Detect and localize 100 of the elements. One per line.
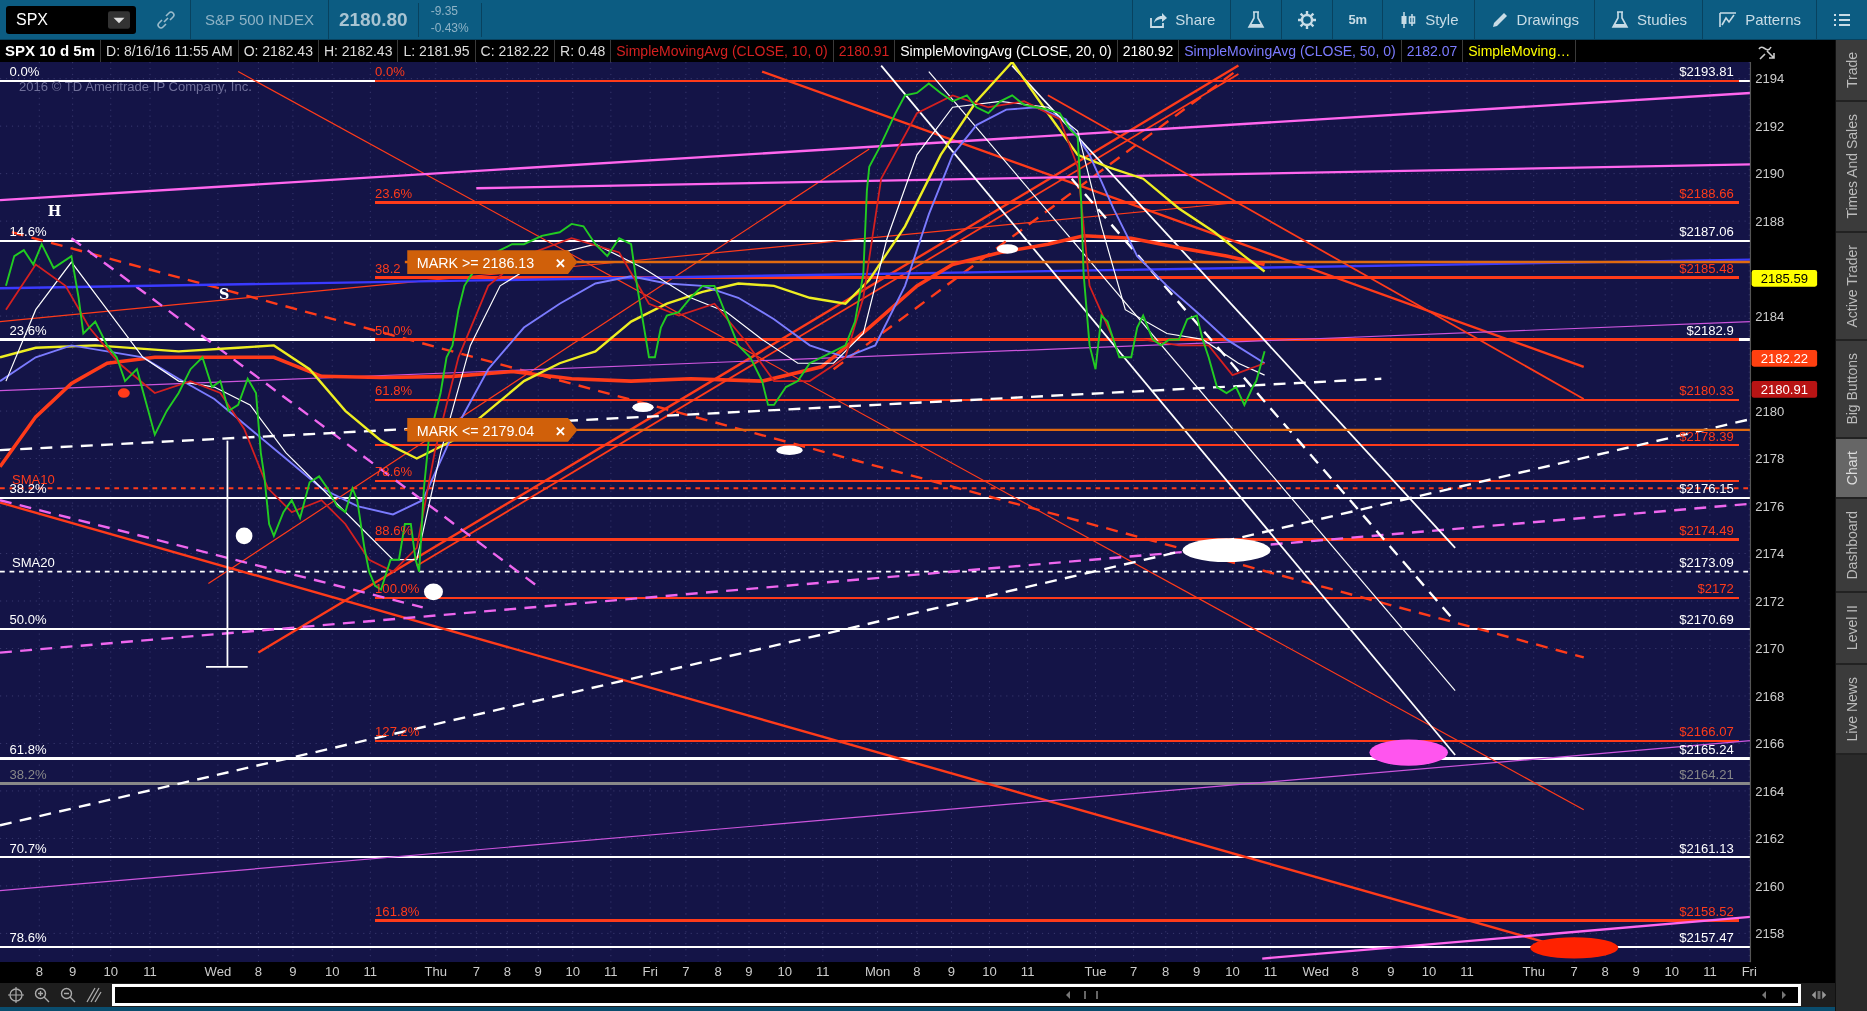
side-tab[interactable]: Trade	[1836, 40, 1867, 103]
level-percent-label: 38.2	[375, 260, 401, 276]
price-axis-label: 2190	[1755, 166, 1785, 182]
alert-mark-label: MARK >= 2186.13	[416, 255, 535, 271]
scroll-left-icon[interactable]	[1064, 990, 1072, 1000]
last-price: 2180.80	[327, 0, 418, 40]
time-axis-label: 10	[777, 964, 792, 980]
time-axis-label: 11	[816, 964, 830, 980]
level-percent-label: 78.6%	[9, 929, 47, 945]
flask-icon	[1610, 9, 1631, 30]
toolbar-button[interactable]: Patterns	[1702, 0, 1816, 40]
time-axis-label: 10	[982, 964, 997, 980]
time-axis-label: 10	[1225, 964, 1240, 980]
price-tag-value: 2182.22	[1760, 351, 1809, 367]
side-tab[interactable]: Active Trader	[1836, 232, 1867, 342]
time-axis-label: 9	[745, 964, 753, 980]
link-icon[interactable]	[156, 9, 176, 30]
level-percent-label: 161.8%	[375, 903, 420, 919]
marker-ellipse	[235, 527, 253, 545]
percent-change: -0.43%	[430, 19, 469, 37]
side-tab[interactable]: Dashboard	[1836, 498, 1867, 594]
time-axis-label: 11	[363, 964, 378, 980]
level-percent-label: SMA20	[11, 554, 55, 570]
dropdown-icon[interactable]	[108, 10, 130, 29]
close-alert-button[interactable]: ✕	[554, 423, 566, 439]
scrollbar-thumb[interactable]	[1084, 991, 1098, 999]
time-axis-label: 8	[1601, 964, 1609, 980]
price-axis-label: 2168	[1755, 688, 1785, 704]
time-axis-label: 8	[35, 964, 43, 980]
toolbar-button[interactable]: Drawings	[1473, 0, 1595, 40]
toolbar-button[interactable]: Share	[1132, 0, 1231, 40]
side-tab[interactable]: Times And Sales	[1836, 102, 1867, 233]
level-percent-label: 50.0%	[375, 322, 413, 338]
marker-ellipse	[117, 388, 130, 398]
scrollbar[interactable]	[112, 984, 1801, 1006]
level-percent-label: 61.8%	[9, 741, 47, 757]
net-change: -9.35	[430, 2, 459, 20]
toolbar-button[interactable]: Style	[1382, 0, 1474, 40]
scroll-left-icon[interactable]	[1760, 990, 1768, 1000]
level-price-label: $2161.13	[1679, 840, 1734, 856]
toolbar-button[interactable]: Studies	[1594, 0, 1703, 40]
time-axis-label: 7	[1570, 964, 1578, 980]
price-axis-label: 2178	[1755, 451, 1785, 467]
level-percent-label: 70.7%	[9, 840, 47, 856]
time-axis-label: 8	[503, 964, 511, 980]
side-tab[interactable]: Level II	[1836, 593, 1867, 665]
marker-ellipse	[776, 445, 803, 455]
side-tab[interactable]: Chart	[1836, 438, 1867, 499]
level-price-label: $2158.52	[1679, 903, 1734, 919]
level-price-label: $2165.24	[1679, 741, 1734, 757]
price-axis-label: 2174	[1755, 546, 1785, 562]
price-axis-label: 2194	[1755, 71, 1785, 87]
pattern-annotation: H	[47, 202, 62, 219]
price-axis-label: 2170	[1755, 641, 1785, 657]
time-axis-label: 9	[534, 964, 542, 980]
level-percent-label: 0.0%	[375, 64, 405, 80]
pattern-annotation: S	[219, 285, 230, 302]
level-percent-label: 50.0%	[9, 612, 47, 627]
side-tab[interactable]: Live News	[1836, 664, 1867, 756]
time-axis-label: 7	[682, 964, 690, 980]
price-axis-label: 2166	[1755, 736, 1785, 752]
symbol-description: S&P 500 INDEX	[190, 0, 328, 40]
scroll-right-icon[interactable]	[1780, 990, 1788, 1000]
side-tab[interactable]: Big Buttons	[1836, 341, 1867, 439]
crosshair-icon[interactable]	[8, 987, 24, 1003]
level-percent-label: 100.0%	[375, 581, 420, 597]
level-percent-label: 14.6%	[9, 223, 47, 239]
time-axis-label: 8	[1351, 964, 1359, 980]
price-axis-label: 2192	[1755, 118, 1785, 134]
level-percent-label: 23.6%	[375, 185, 413, 201]
time-axis-label: Fri	[642, 964, 658, 980]
time-axis-label: 8	[1162, 964, 1170, 980]
level-price-label: $2188.66	[1679, 185, 1734, 201]
level-price-label: $2182.9	[1686, 322, 1734, 338]
price-axis-label: 2162	[1755, 831, 1785, 847]
time-axis-label: 11	[1263, 964, 1278, 980]
copyright-notice: 2016 © TD Ameritrade IP Company, Inc.	[19, 78, 252, 94]
level-price-label: $2176.15	[1679, 481, 1734, 497]
level-price-label: $2172	[1697, 581, 1734, 597]
time-axis-label: 10	[1664, 964, 1680, 980]
price-axis-label: 2184	[1755, 308, 1785, 324]
close-alert-button[interactable]: ✕	[554, 256, 566, 271]
time-axis-label: 8	[714, 964, 722, 980]
zoom-in-icon[interactable]	[34, 987, 50, 1003]
time-axis-label: 9	[947, 964, 956, 980]
time-axis-label: 11	[604, 964, 618, 980]
price-axis-label: 2188	[1755, 213, 1785, 229]
toolbar-button[interactable]: 5m	[1332, 0, 1383, 40]
level-price-label: $2185.48	[1679, 260, 1734, 276]
symbol-field[interactable]: SPX	[6, 5, 136, 34]
level-price-label: $2187.06	[1679, 223, 1734, 239]
level-percent-label: 61.8%	[375, 383, 413, 399]
hatch-icon[interactable]	[86, 987, 102, 1003]
time-axis-label: 8	[254, 964, 263, 980]
price-tag-value: 2185.59	[1760, 271, 1809, 287]
time-axis-label: 9	[1387, 964, 1395, 980]
marker-ellipse	[996, 244, 1019, 254]
zoom-out-icon[interactable]	[60, 987, 76, 1003]
time-axis-label: Mon	[864, 964, 891, 980]
time-axis-label: Thu	[1522, 964, 1545, 980]
